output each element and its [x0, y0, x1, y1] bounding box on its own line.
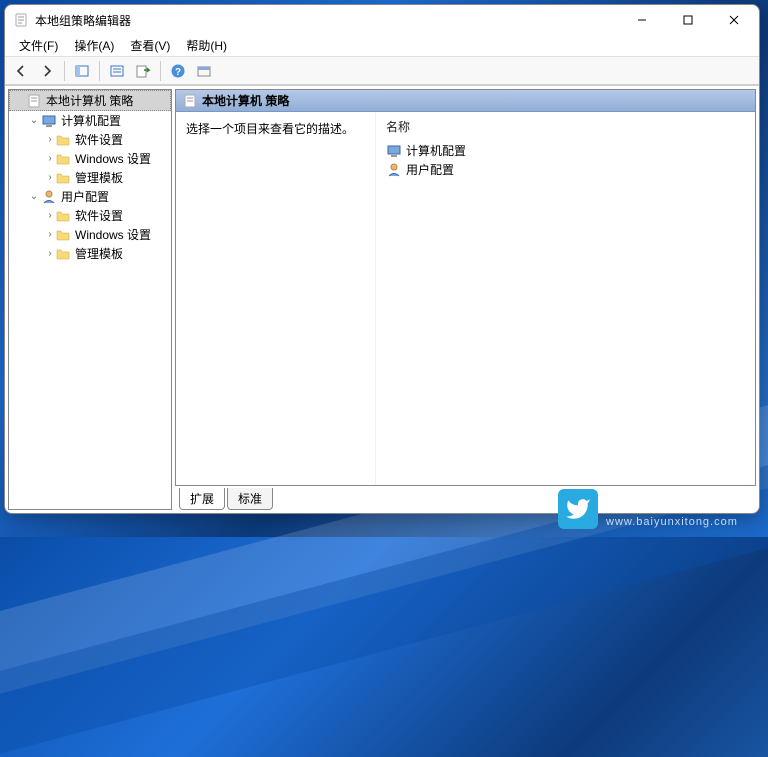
watermark: 白云一键重装系统 www.baiyunxitong.com — [558, 489, 758, 529]
folder-icon — [55, 151, 71, 167]
tab-standard[interactable]: 标准 — [227, 488, 273, 510]
tree-root[interactable]: 本地计算机 策略 — [9, 90, 171, 111]
menubar: 文件(F) 操作(A) 查看(V) 帮助(H) — [5, 35, 759, 57]
tree-label: 软件设置 — [75, 131, 123, 148]
list-item-label: 计算机配置 — [406, 142, 466, 159]
detail-header-text: 本地计算机 策略 — [202, 92, 289, 109]
expand-icon[interactable]: › — [45, 153, 55, 164]
window-frame: 本地组策略编辑器 文件(F) 操作(A) 查看(V) 帮助(H) ? 本地计算机… — [4, 4, 760, 514]
properties-button[interactable] — [105, 59, 129, 83]
menu-help[interactable]: 帮助(H) — [178, 35, 235, 56]
computer-icon — [386, 143, 402, 159]
tree-user-config[interactable]: ⌄ 用户配置 — [9, 187, 171, 206]
tree-label: 本地计算机 策略 — [46, 92, 133, 109]
tree-label: Windows 设置 — [75, 226, 151, 243]
user-icon — [386, 162, 402, 178]
tree-admin-templates-user[interactable]: › 管理模板 — [9, 244, 171, 263]
detail-header: 本地计算机 策略 — [176, 90, 755, 112]
toolbar-separator — [99, 61, 100, 81]
menu-view[interactable]: 查看(V) — [122, 35, 178, 56]
watermark-url: www.baiyunxitong.com — [606, 516, 758, 528]
tree-windows-settings-user[interactable]: › Windows 设置 — [9, 225, 171, 244]
folder-icon — [55, 208, 71, 224]
description-text: 选择一个项目来查看它的描述。 — [176, 112, 376, 485]
watermark-icon — [558, 489, 598, 529]
close-button[interactable] — [711, 5, 757, 35]
forward-button[interactable] — [35, 59, 59, 83]
tree-software-settings[interactable]: › 软件设置 — [9, 130, 171, 149]
policy-icon — [182, 93, 198, 109]
folder-icon — [55, 132, 71, 148]
window-title: 本地组策略编辑器 — [35, 12, 619, 29]
tree-label: 计算机配置 — [61, 112, 121, 129]
filter-button[interactable] — [192, 59, 216, 83]
expand-icon[interactable]: › — [45, 248, 55, 259]
detail-content: 本地计算机 策略 选择一个项目来查看它的描述。 名称 计算机配置 用户配置 — [175, 89, 756, 486]
expand-icon[interactable]: › — [45, 172, 55, 183]
content-area: 本地计算机 策略 ⌄ 计算机配置 › 软件设置 › Windows 设置 › 管… — [5, 85, 759, 513]
tree-computer-config[interactable]: ⌄ 计算机配置 — [9, 111, 171, 130]
menu-file[interactable]: 文件(F) — [11, 35, 66, 56]
tree-label: Windows 设置 — [75, 150, 151, 167]
app-icon — [13, 12, 29, 28]
list-item-user-config[interactable]: 用户配置 — [376, 160, 755, 179]
tree-panel[interactable]: 本地计算机 策略 ⌄ 计算机配置 › 软件设置 › Windows 设置 › 管… — [8, 89, 172, 510]
tab-extended[interactable]: 扩展 — [179, 488, 225, 510]
toolbar-separator — [160, 61, 161, 81]
list-item-label: 用户配置 — [406, 161, 454, 178]
titlebar[interactable]: 本地组策略编辑器 — [5, 5, 759, 35]
svg-text:?: ? — [175, 67, 181, 78]
back-button[interactable] — [9, 59, 33, 83]
item-list[interactable]: 名称 计算机配置 用户配置 — [376, 112, 755, 485]
user-icon — [41, 189, 57, 205]
folder-icon — [55, 170, 71, 186]
expand-icon[interactable]: › — [45, 134, 55, 145]
folder-icon — [55, 246, 71, 262]
toolbar-separator — [64, 61, 65, 81]
detail-panel: 本地计算机 策略 选择一个项目来查看它的描述。 名称 计算机配置 用户配置 — [175, 89, 756, 510]
column-header-name[interactable]: 名称 — [376, 116, 755, 141]
tree-admin-templates[interactable]: › 管理模板 — [9, 168, 171, 187]
help-button[interactable]: ? — [166, 59, 190, 83]
toolbar: ? — [5, 57, 759, 85]
minimize-button[interactable] — [619, 5, 665, 35]
policy-icon — [26, 93, 42, 109]
export-button[interactable] — [131, 59, 155, 83]
folder-icon — [55, 227, 71, 243]
list-item-computer-config[interactable]: 计算机配置 — [376, 141, 755, 160]
collapse-icon[interactable]: ⌄ — [27, 115, 41, 126]
watermark-title: 白云一键重装系统 — [606, 490, 758, 516]
tree-label: 用户配置 — [61, 188, 109, 205]
tree-label: 管理模板 — [75, 169, 123, 186]
expand-icon[interactable]: › — [45, 229, 55, 240]
maximize-button[interactable] — [665, 5, 711, 35]
tree-label: 软件设置 — [75, 207, 123, 224]
menu-action[interactable]: 操作(A) — [66, 35, 122, 56]
expand-icon[interactable]: › — [45, 210, 55, 221]
tree-windows-settings[interactable]: › Windows 设置 — [9, 149, 171, 168]
show-hide-tree-button[interactable] — [70, 59, 94, 83]
tree-label: 管理模板 — [75, 245, 123, 262]
collapse-icon[interactable]: ⌄ — [27, 191, 41, 202]
computer-icon — [41, 113, 57, 129]
tree-software-settings-user[interactable]: › 软件设置 — [9, 206, 171, 225]
